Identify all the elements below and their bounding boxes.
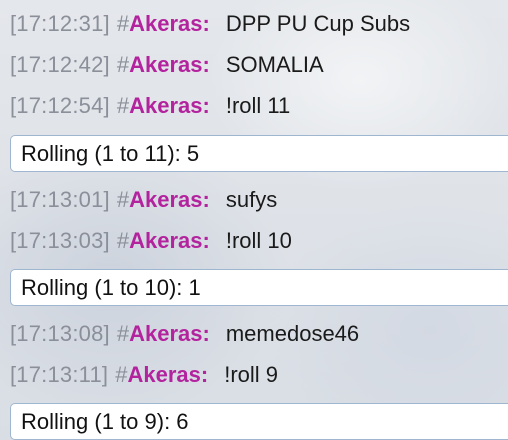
roll-result-box: Rolling (1 to 9): 6 (10, 403, 508, 440)
message-text: memedose46 (225, 321, 360, 346)
username[interactable]: Akeras: (129, 52, 210, 78)
username[interactable]: Akeras: (129, 93, 210, 119)
username[interactable]: Akeras: (127, 362, 208, 388)
message-timestamp: [17:12:54] (10, 93, 110, 118)
chat-message: [17:12:54] # Akeras: !roll 11 (0, 86, 508, 126)
rank-symbol: # (116, 93, 130, 118)
chat-message: [17:13:08] # Akeras: memedose46 (0, 314, 508, 354)
rank-symbol: # (116, 228, 130, 253)
message-text: sufys (225, 187, 278, 212)
message-timestamp: [17:13:08] (10, 321, 110, 346)
username[interactable]: Akeras: (129, 321, 210, 347)
rank-symbol: # (116, 52, 130, 77)
roll-result-box: Rolling (1 to 11): 5 (10, 135, 508, 172)
chat-message: [17:13:03] # Akeras: !roll 10 (0, 221, 508, 261)
message-timestamp: [17:13:01] (10, 187, 110, 212)
message-text: !roll 11 (225, 93, 291, 118)
message-timestamp: [17:12:42] (10, 52, 110, 77)
rank-symbol: # (115, 362, 128, 387)
message-timestamp: [17:13:11] (10, 362, 109, 387)
chat-log[interactable]: [17:12:31] # Akeras: DPP PU Cup Subs [17:12… (0, 0, 508, 440)
chat-message: [17:13:11] # Akeras: !roll 9 (0, 355, 508, 395)
chat-message: [17:12:42] # Akeras: SOMALIA (0, 45, 508, 85)
message-text: SOMALIA (225, 52, 324, 77)
rank-symbol: # (116, 187, 130, 212)
rank-symbol: # (116, 11, 130, 36)
message-timestamp: [17:12:31] (10, 11, 110, 36)
message-timestamp: [17:13:03] (10, 228, 110, 253)
message-text: !roll 10 (225, 228, 292, 253)
username[interactable]: Akeras: (129, 187, 210, 213)
username[interactable]: Akeras: (129, 11, 210, 37)
username[interactable]: Akeras: (129, 228, 210, 254)
rank-symbol: # (116, 321, 130, 346)
roll-result-box: Rolling (1 to 10): 1 (10, 269, 508, 306)
message-text: !roll 9 (224, 362, 278, 387)
message-text: DPP PU Cup Subs (225, 11, 411, 36)
chat-message: [17:13:01] # Akeras: sufys (0, 180, 508, 220)
chat-message: [17:12:31] # Akeras: DPP PU Cup Subs (0, 4, 508, 44)
